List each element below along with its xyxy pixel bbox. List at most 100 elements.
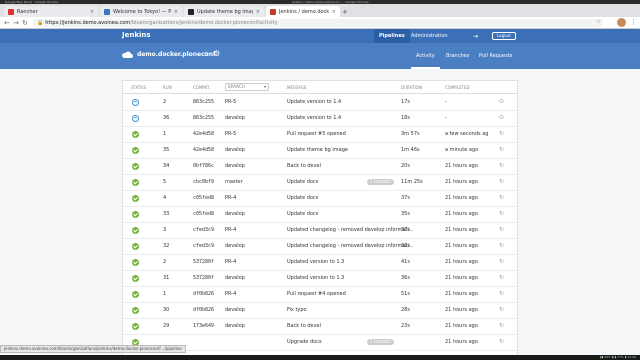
stop-icon[interactable]: ⊙ xyxy=(499,98,504,105)
commit-hash[interactable]: cbc0bf9 xyxy=(193,179,214,185)
run-duration: 32s xyxy=(401,243,410,249)
commit-count-badge: 1 commits xyxy=(367,339,395,345)
table-row[interactable]: 30 df0b826 develop Fix typo 28s 21 hours ago ↻ xyxy=(123,303,517,319)
run-duration: 37s xyxy=(401,227,410,233)
nav-administration[interactable]: Administration xyxy=(406,29,453,43)
commit-message: Back to devel xyxy=(287,323,322,329)
branch-name: PR-5 xyxy=(225,99,237,105)
completed-time: 21 hours ago xyxy=(445,243,478,249)
success-status-icon xyxy=(132,291,139,298)
replay-icon[interactable]: ↻ xyxy=(499,290,504,297)
success-status-icon xyxy=(132,131,139,138)
back-icon[interactable]: ← xyxy=(4,18,10,28)
close-tab-icon[interactable]: × xyxy=(90,9,94,15)
commit-message: Update theme bg image xyxy=(287,147,348,153)
commit-message: Update docs xyxy=(287,179,319,185)
commit-hash[interactable]: 0bf786c xyxy=(193,163,214,169)
table-row[interactable]: 31 537280f develop Updated version to 1.3 36… xyxy=(123,271,517,287)
success-status-icon xyxy=(132,323,139,330)
replay-icon[interactable]: ↻ xyxy=(499,130,504,137)
browser-tab-jenkins[interactable]: Jenkins / demo.docker.plo × xyxy=(266,6,340,17)
replay-icon[interactable]: ↻ xyxy=(499,274,504,281)
branch-name: develop xyxy=(225,323,245,329)
replay-icon[interactable]: ↻ xyxy=(499,338,504,345)
branch-filter-select[interactable]: BRANCH ▾ xyxy=(225,83,269,91)
commit-hash[interactable]: 537280f xyxy=(193,259,214,265)
commit-hash[interactable]: 863c255 xyxy=(193,115,214,121)
bookmark-star-icon[interactable]: ☆ xyxy=(596,18,601,25)
tab-pull-requests[interactable]: Pull Requests xyxy=(474,52,517,69)
table-row[interactable]: 33 c05fed8 develop Update docs 35s 21 hours a… xyxy=(123,207,517,223)
replay-icon[interactable]: ↻ xyxy=(499,194,504,201)
completed-time: - xyxy=(445,99,447,105)
success-status-icon xyxy=(132,163,139,170)
tab-branches[interactable]: Branches xyxy=(441,52,474,69)
replay-icon[interactable]: ↻ xyxy=(499,146,504,153)
exit-to-classic-icon[interactable]: ⇥ xyxy=(473,33,478,40)
browser-tab-rancher[interactable]: Rancher × xyxy=(4,6,98,17)
commit-hash[interactable]: df0b826 xyxy=(193,307,214,313)
run-duration: 23s xyxy=(401,323,410,329)
table-row[interactable]: 29 173e649 develop Back to devel 23s 21 hours… xyxy=(123,319,517,335)
table-row[interactable]: 32 cfed3c9 develop Updated changelog - remo… xyxy=(123,239,517,255)
gear-icon[interactable]: ⚙ xyxy=(213,49,220,58)
pipeline-header: demo.docker.ploneconf ☆ ⚙ Activity Branc… xyxy=(0,43,640,69)
replay-icon[interactable]: ↻ xyxy=(499,322,504,329)
close-tab-icon[interactable]: × xyxy=(174,9,178,15)
table-row[interactable]: 3 cfed3c9 PR-4 Updated changelog - removed … xyxy=(123,223,517,239)
table-row[interactable]: 2 863c255 PR-5 Update version to 1.4 17s - ⊙ xyxy=(123,95,517,111)
commit-hash[interactable]: 42e4d58 xyxy=(193,131,214,137)
browser-tab-github[interactable]: Update theme bg image × xyxy=(184,6,264,17)
stop-icon[interactable]: ⊙ xyxy=(499,114,504,121)
replay-icon[interactable]: ↻ xyxy=(499,162,504,169)
branch-name: develop xyxy=(225,211,245,217)
replay-icon[interactable]: ↻ xyxy=(499,210,504,217)
commit-hash[interactable]: 537280f xyxy=(193,275,214,281)
completed-time: 21 hours ago xyxy=(445,275,478,281)
browser-menu-icon[interactable]: ⋮ xyxy=(630,18,637,26)
table-row[interactable]: 34 0bf786c develop Back to devel 20s 21 hours… xyxy=(123,159,517,175)
commit-hash[interactable]: 42e4d58 xyxy=(193,147,214,153)
table-row[interactable]: 2 537280f PR-4 Updated version to 1.3 41s 21 … xyxy=(123,255,517,271)
lock-icon: 🔒 xyxy=(37,20,44,26)
run-duration: 37s xyxy=(401,195,410,201)
plone-favicon-icon xyxy=(104,8,110,15)
commit-hash[interactable]: 173e649 xyxy=(193,323,214,329)
success-status-icon xyxy=(132,195,139,202)
url-input[interactable]: 🔒 https://jenkins.demo.avoinea.com/blue/o… xyxy=(33,19,603,27)
table-row[interactable]: 1 df0b826 PR-4 Pull request #4 opened 51s 21 … xyxy=(123,287,517,303)
forward-icon[interactable]: → xyxy=(13,18,19,28)
commit-hash[interactable]: cfed3c9 xyxy=(193,243,214,249)
table-row[interactable]: 4 c05fed8 PR-4 Update docs 37s 21 hours ago ↻ xyxy=(123,191,517,207)
commit-hash[interactable]: c05fed8 xyxy=(193,195,214,201)
table-row[interactable]: 36 863c255 develop Update version to 1.4 18s… xyxy=(123,111,517,127)
replay-icon[interactable]: ↻ xyxy=(499,178,504,185)
completed-time: 21 hours ago xyxy=(445,323,478,329)
replay-icon[interactable]: ↻ xyxy=(499,242,504,249)
table-row[interactable]: 5 cbc0bf9 master Update docs 11m 25s 21 hours… xyxy=(123,175,517,191)
jenkins-logo[interactable]: Jenkins xyxy=(122,31,151,39)
logout-button[interactable]: Logout xyxy=(492,32,516,40)
tab-activity[interactable]: Activity xyxy=(411,52,440,69)
branch-name: develop xyxy=(225,163,245,169)
favorite-star-icon[interactable]: ☆ xyxy=(203,50,209,58)
success-status-icon xyxy=(132,179,139,186)
table-row[interactable]: 1 42e4d58 PR-5 Pull request #5 opened 3m 57s… xyxy=(123,127,517,143)
close-tab-icon[interactable]: × xyxy=(332,9,336,15)
commit-hash[interactable]: 863c255 xyxy=(193,99,214,105)
completed-time: 21 hours ago xyxy=(445,227,478,233)
commit-hash[interactable]: df0b826 xyxy=(193,291,214,297)
reload-icon[interactable]: ↻ xyxy=(22,18,28,28)
success-status-icon xyxy=(132,307,139,314)
commit-hash[interactable]: c05fed8 xyxy=(193,211,214,217)
replay-icon[interactable]: ↻ xyxy=(499,258,504,265)
replay-icon[interactable]: ↻ xyxy=(499,226,504,233)
profile-avatar[interactable] xyxy=(617,18,626,27)
new-tab-button[interactable]: + xyxy=(342,8,348,16)
table-row[interactable]: 35 42e4d58 develop Update theme bg image 1m … xyxy=(123,143,517,159)
nav-pipelines[interactable]: Pipelines xyxy=(374,29,410,43)
close-tab-icon[interactable]: × xyxy=(256,9,260,15)
commit-hash[interactable]: cfed3c9 xyxy=(193,227,214,233)
browser-tab-plone[interactable]: Welcome to Tokyo! — Plo × xyxy=(100,6,182,17)
replay-icon[interactable]: ↻ xyxy=(499,306,504,313)
